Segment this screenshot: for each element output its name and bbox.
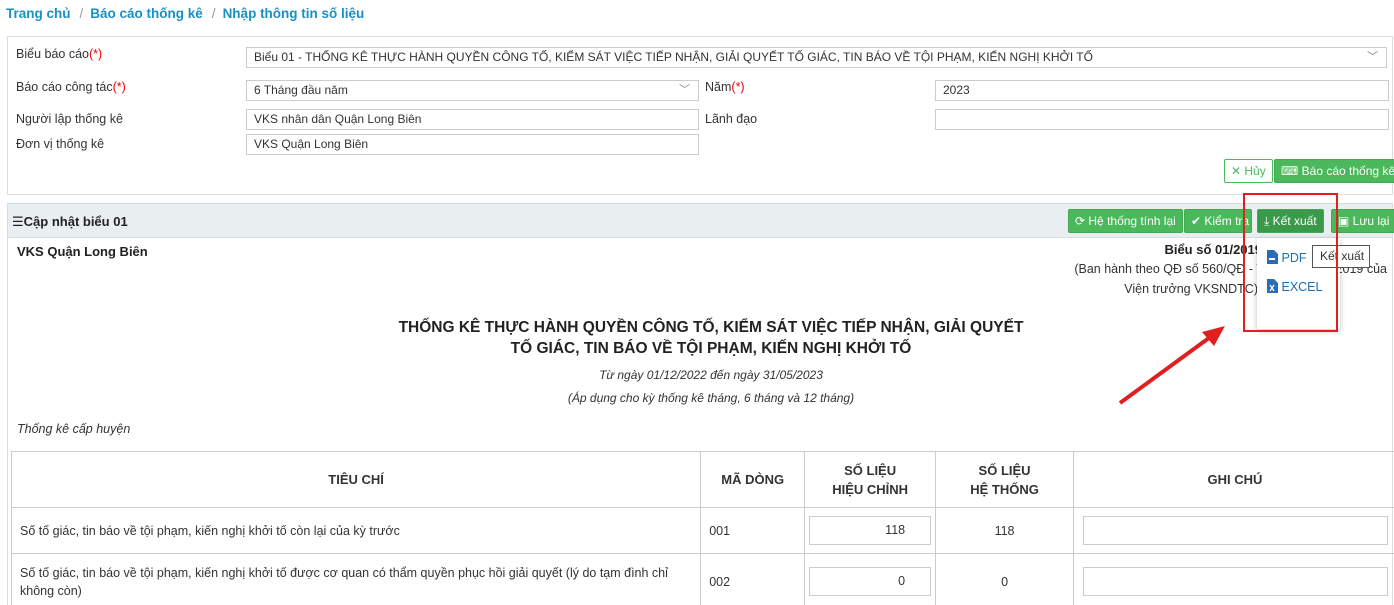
row-system: 0 xyxy=(935,553,1074,605)
check-icon: ✔ xyxy=(1191,214,1205,228)
save-button[interactable]: ▣ Lưu lại xyxy=(1331,209,1394,233)
section-header: ☰Cập nhật biểu 01 ⟳ Hệ thống tính lại ✔ … xyxy=(7,203,1394,238)
report-body: VKS Quận Long Biên Biểu số 01/2019 (Ban … xyxy=(7,238,1394,605)
save-icon: ▣ xyxy=(1338,214,1353,228)
keyboard-icon: ⌨ xyxy=(1281,164,1302,178)
check-button[interactable]: ✔ Kiểm tra xyxy=(1184,209,1252,233)
bieu-bao-cao-select[interactable]: Biểu 01 - THỐNG KÊ THỰC HÀNH QUYỀN CÔNG … xyxy=(246,47,1387,68)
report-button[interactable]: ⌨ Báo cáo thống kê xyxy=(1274,159,1394,183)
download-icon: ⤓ xyxy=(1264,214,1273,228)
row-system: 118 xyxy=(935,507,1074,554)
row-adjusted-cell: 0 xyxy=(804,553,937,605)
row-code: 001 xyxy=(700,507,806,554)
breadcrumb-reports[interactable]: Báo cáo thống kê xyxy=(90,6,203,21)
export-pdf-item[interactable]: PDF xyxy=(1266,250,1306,265)
report-title-line-1: THỐNG KÊ THỰC HÀNH QUYỀN CÔNG TỐ, KIỂM S… xyxy=(398,319,1024,336)
nguoi-lap-input[interactable]: VKS nhân dân Quận Long Biên xyxy=(246,109,699,130)
close-icon: ✕ xyxy=(1231,164,1245,178)
note-input[interactable] xyxy=(1082,516,1388,545)
export-button[interactable]: ⤓ Kết xuất xyxy=(1257,209,1324,233)
report-org: VKS Quận Long Biên xyxy=(17,244,148,259)
recalc-button[interactable]: ⟳ Hệ thống tính lại xyxy=(1068,209,1183,233)
nam-label: Năm(*) xyxy=(705,80,745,94)
adjusted-input[interactable]: 118 xyxy=(809,516,932,545)
report-level: Thống kê cấp huyện xyxy=(17,422,131,436)
row-adjusted-cell: 118 xyxy=(804,507,937,554)
col-adjusted: SỐ LIỆU HIỆU CHỈNH xyxy=(804,451,937,508)
form-note-2: Viện trưởng VKSNDTC) xyxy=(1124,282,1258,296)
col-system: SỐ LIỆU HỆ THỐNG xyxy=(935,451,1074,508)
row-criteria: Số tố giác, tin báo về tội phạm, kiến ng… xyxy=(10,507,702,554)
form-number: Biểu số 01/2019 xyxy=(1164,242,1262,257)
table-row: Số tố giác, tin báo về tội phạm, kiến ng… xyxy=(10,507,1394,554)
row-criteria: Số tố giác, tin báo về tội phạm, kiến ng… xyxy=(10,553,702,605)
breadcrumb-current[interactable]: Nhập thông tin số liệu xyxy=(223,6,365,21)
bao-cao-cong-tac-label: Báo cáo công tác(*) xyxy=(16,80,126,94)
note-input[interactable] xyxy=(1082,567,1388,596)
col-code: MÃ DÒNG xyxy=(700,451,806,508)
section-title: ☰Cập nhật biểu 01 xyxy=(12,214,128,229)
report-applies: (Áp dụng cho kỳ thống kê tháng, 6 tháng … xyxy=(567,391,855,405)
data-table: TIÊU CHÍ MÃ DÒNG SỐ LIỆU HIỆU CHỈNH SỐ LI… xyxy=(10,451,1394,605)
list-icon: ☰ xyxy=(12,214,24,229)
report-title-line-2: TỐ GIÁC, TIN BÁO VỀ TỘI PHẠM, KIẾN NGHỊ … xyxy=(510,340,912,357)
chevron-down-icon: ﹀ xyxy=(1367,51,1378,63)
export-excel-item[interactable]: EXCEL xyxy=(1266,279,1322,294)
refresh-icon: ⟳ xyxy=(1075,214,1089,228)
table-row: Số tố giác, tin báo về tội phạm, kiến ng… xyxy=(10,553,1394,605)
bieu-bao-cao-label: Biểu báo cáo(*) xyxy=(16,47,103,61)
don-vi-input[interactable]: VKS Quận Long Biên xyxy=(246,134,699,155)
row-note-cell xyxy=(1073,553,1394,605)
nguoi-lap-label: Người lập thống kê xyxy=(16,112,123,126)
lanh-dao-input[interactable] xyxy=(935,109,1389,130)
row-note-cell xyxy=(1073,507,1394,554)
file-excel-icon xyxy=(1267,279,1278,293)
don-vi-label: Đơn vị thống kê xyxy=(16,137,105,151)
row-code: 002 xyxy=(700,553,806,605)
filter-panel: Biểu báo cáo(*) Biểu 01 - THỐNG KÊ THỰC … xyxy=(7,36,1394,195)
table-header-row: TIÊU CHÍ MÃ DÒNG SỐ LIỆU HIỆU CHỈNH SỐ LI… xyxy=(10,451,1394,508)
cancel-button[interactable]: ✕ Hủy xyxy=(1224,159,1273,183)
breadcrumb: Trang chủ / Báo cáo thống kê / Nhập thông ti… xyxy=(6,6,365,21)
lanh-dao-label: Lãnh đạo xyxy=(705,112,758,126)
export-tooltip: Kết xuất xyxy=(1312,245,1370,268)
file-pdf-icon xyxy=(1267,250,1278,264)
col-note: GHI CHÚ xyxy=(1073,451,1394,508)
chevron-down-icon: ﹀ xyxy=(679,84,690,96)
adjusted-input[interactable]: 0 xyxy=(809,567,932,596)
report-period: Từ ngày 01/12/2022 đến ngày 31/05/2023 xyxy=(599,368,823,382)
breadcrumb-home[interactable]: Trang chủ xyxy=(6,6,71,21)
bao-cao-cong-tac-select[interactable]: 6 Tháng đầu năm ﹀ xyxy=(246,80,699,101)
col-criteria: TIÊU CHÍ xyxy=(10,451,702,508)
nam-input[interactable]: 2023 xyxy=(935,80,1389,101)
